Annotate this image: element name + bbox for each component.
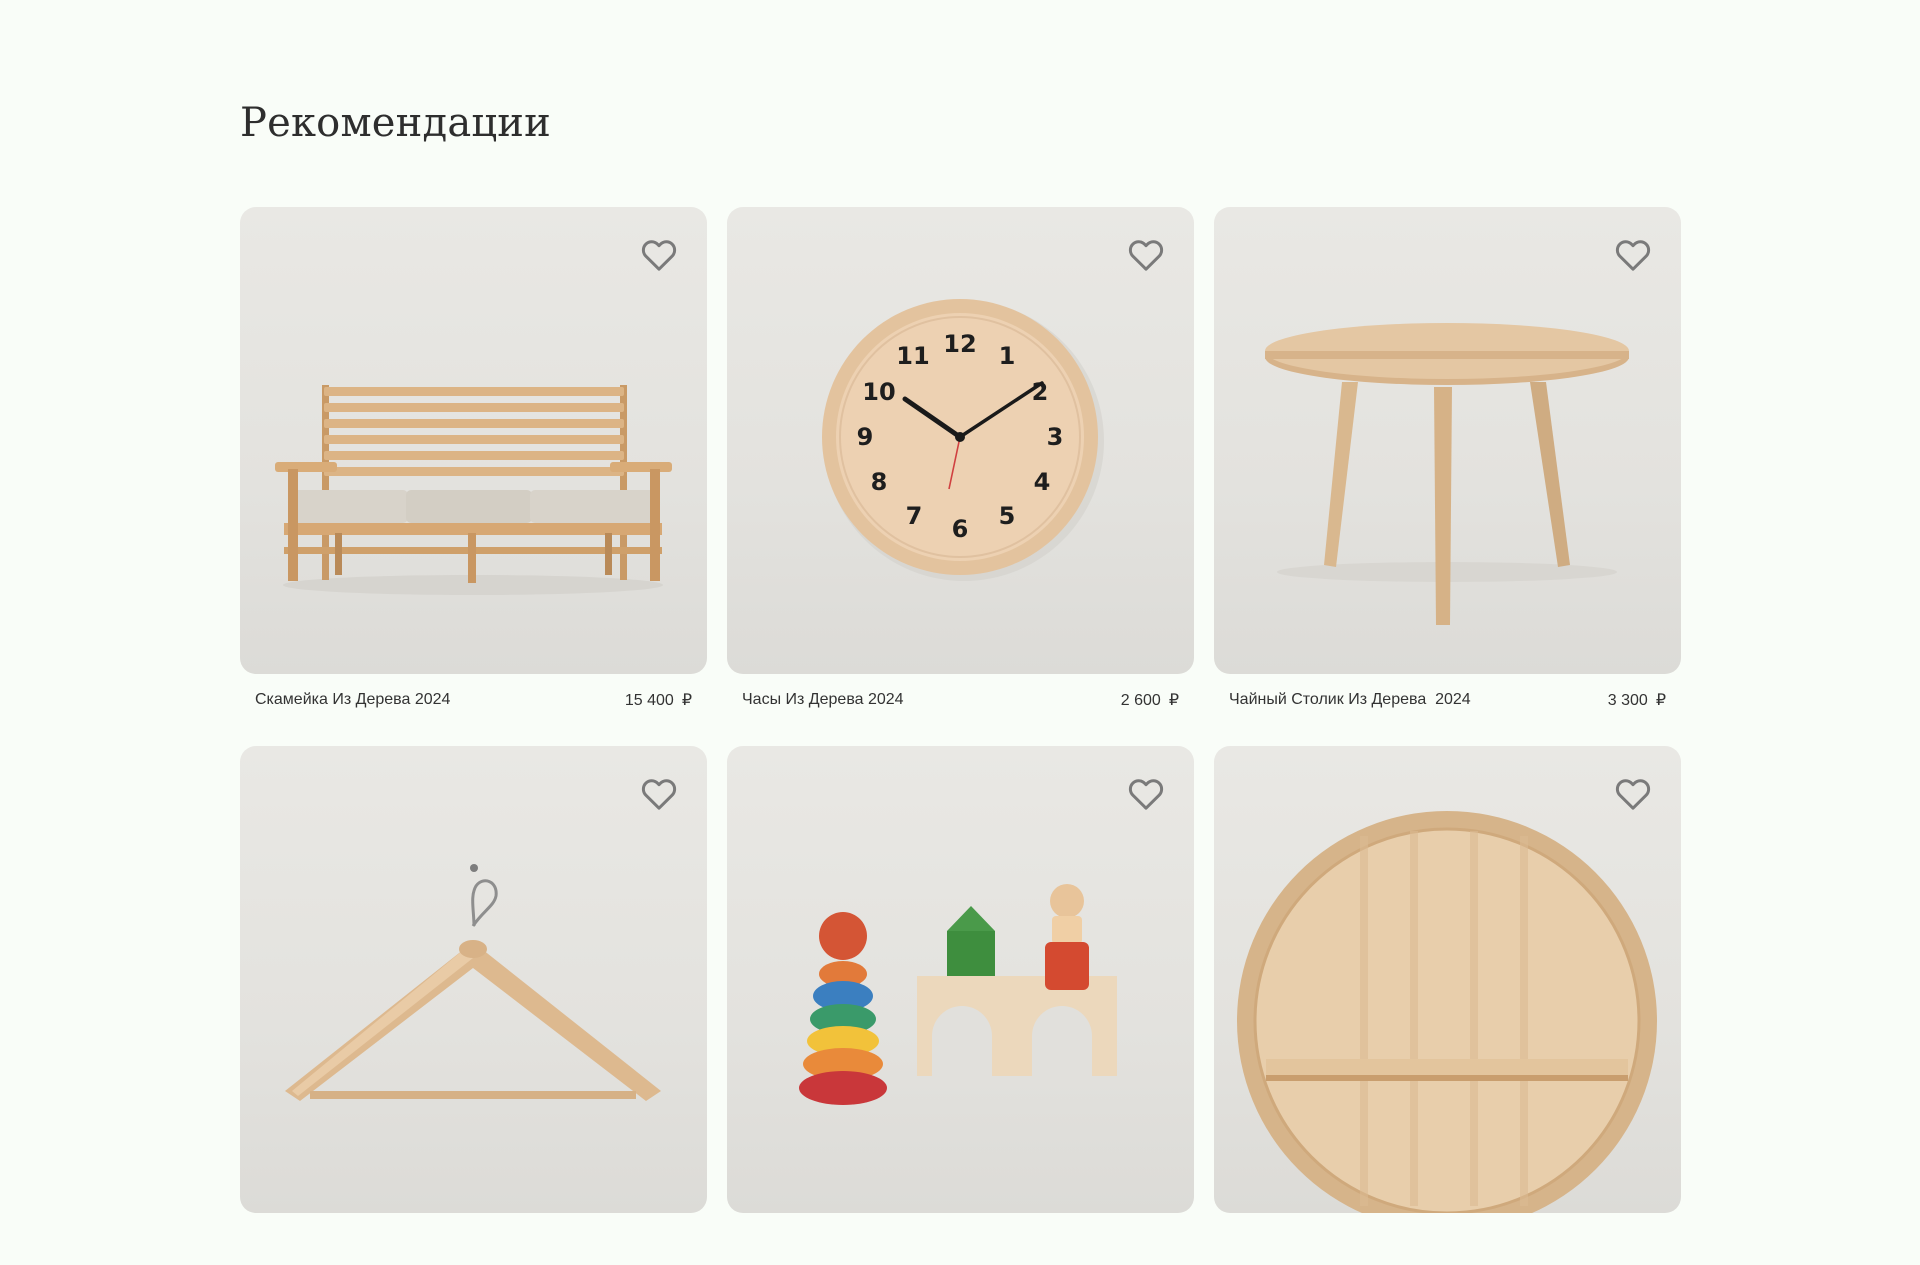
svg-text:1: 1 xyxy=(999,342,1016,370)
svg-text:5: 5 xyxy=(999,502,1016,530)
product-image[interactable] xyxy=(1214,746,1681,1213)
price-value: 2 600 xyxy=(1120,692,1161,709)
wooden-clock-image: 12 1 2 3 4 5 6 7 8 9 10 11 xyxy=(822,299,1104,581)
product-image[interactable] xyxy=(240,207,707,674)
wooden-toys-image xyxy=(799,884,1117,1105)
product-info: Чайный Столик Из Дерева 2024 3 300 ₽ xyxy=(1214,674,1681,726)
product-info xyxy=(1214,1213,1681,1265)
wooden-hanger-image xyxy=(285,864,661,1101)
product-card-coffee-table[interactable]: Чайный Столик Из Дерева 2024 3 300 ₽ xyxy=(1214,207,1681,726)
currency-symbol: ₽ xyxy=(1168,692,1179,709)
heart-outline-icon xyxy=(1128,779,1164,810)
product-price xyxy=(1658,1230,1666,1248)
heart-outline-icon xyxy=(1615,779,1651,810)
round-wooden-shelf-image xyxy=(1237,811,1657,1213)
product-card-bench[interactable]: Скамейка Из Дерева 2024 15 400 ₽ xyxy=(240,207,707,726)
favorite-button[interactable] xyxy=(1126,774,1166,814)
product-image[interactable] xyxy=(727,746,1194,1213)
svg-text:12: 12 xyxy=(943,330,976,358)
product-name[interactable]: Скамейка Из Дерева 2024 xyxy=(255,691,450,709)
product-info xyxy=(240,1213,707,1265)
product-image[interactable] xyxy=(240,746,707,1213)
favorite-button[interactable] xyxy=(1126,235,1166,275)
product-info xyxy=(727,1213,1194,1265)
heart-outline-icon xyxy=(641,779,677,810)
wooden-coffee-table-image xyxy=(1265,323,1629,625)
section-title: Рекомендации xyxy=(240,100,552,146)
favorite-button[interactable] xyxy=(1613,774,1653,814)
svg-text:11: 11 xyxy=(896,342,929,370)
svg-text:4: 4 xyxy=(1034,468,1051,496)
favorite-button[interactable] xyxy=(1613,235,1653,275)
svg-text:2: 2 xyxy=(1032,378,1049,406)
favorite-button[interactable] xyxy=(639,774,679,814)
svg-text:8: 8 xyxy=(871,468,888,496)
currency-symbol: ₽ xyxy=(1655,692,1666,709)
product-name[interactable]: Часы Из Дерева 2024 xyxy=(742,691,904,709)
product-card-clock[interactable]: 12 1 2 3 4 5 6 7 8 9 10 11 Часы Из Дерев… xyxy=(727,207,1194,726)
product-image[interactable]: 12 1 2 3 4 5 6 7 8 9 10 11 xyxy=(727,207,1194,674)
product-price: 3 300 ₽ xyxy=(1608,690,1666,710)
product-price: 2 600 ₽ xyxy=(1121,690,1179,710)
wooden-bench-image xyxy=(275,385,672,595)
heart-outline-icon xyxy=(1128,240,1164,271)
svg-text:6: 6 xyxy=(952,515,969,543)
product-image[interactable] xyxy=(1214,207,1681,674)
favorite-button[interactable] xyxy=(639,235,679,275)
product-price: 15 400 ₽ xyxy=(625,690,692,710)
product-price xyxy=(684,1230,692,1248)
price-value: 3 300 xyxy=(1607,692,1648,709)
svg-text:7: 7 xyxy=(906,502,923,530)
product-card-hanger[interactable] xyxy=(240,746,707,1265)
heart-outline-icon xyxy=(641,240,677,271)
svg-text:9: 9 xyxy=(857,423,874,451)
svg-text:3: 3 xyxy=(1047,423,1064,451)
svg-text:10: 10 xyxy=(862,378,895,406)
product-name[interactable]: Чайный Столик Из Дерева 2024 xyxy=(1229,691,1471,709)
product-card-toys[interactable] xyxy=(727,746,1194,1265)
product-card-round-shelf[interactable] xyxy=(1214,746,1681,1265)
price-value: 15 400 xyxy=(624,692,674,709)
heart-outline-icon xyxy=(1615,240,1651,271)
product-grid: Скамейка Из Дерева 2024 15 400 ₽ 12 1 2 3… xyxy=(240,207,1681,1265)
product-price xyxy=(1171,1230,1179,1248)
product-info: Скамейка Из Дерева 2024 15 400 ₽ xyxy=(240,674,707,726)
product-info: Часы Из Дерева 2024 2 600 ₽ xyxy=(727,674,1194,726)
currency-symbol: ₽ xyxy=(681,692,692,709)
